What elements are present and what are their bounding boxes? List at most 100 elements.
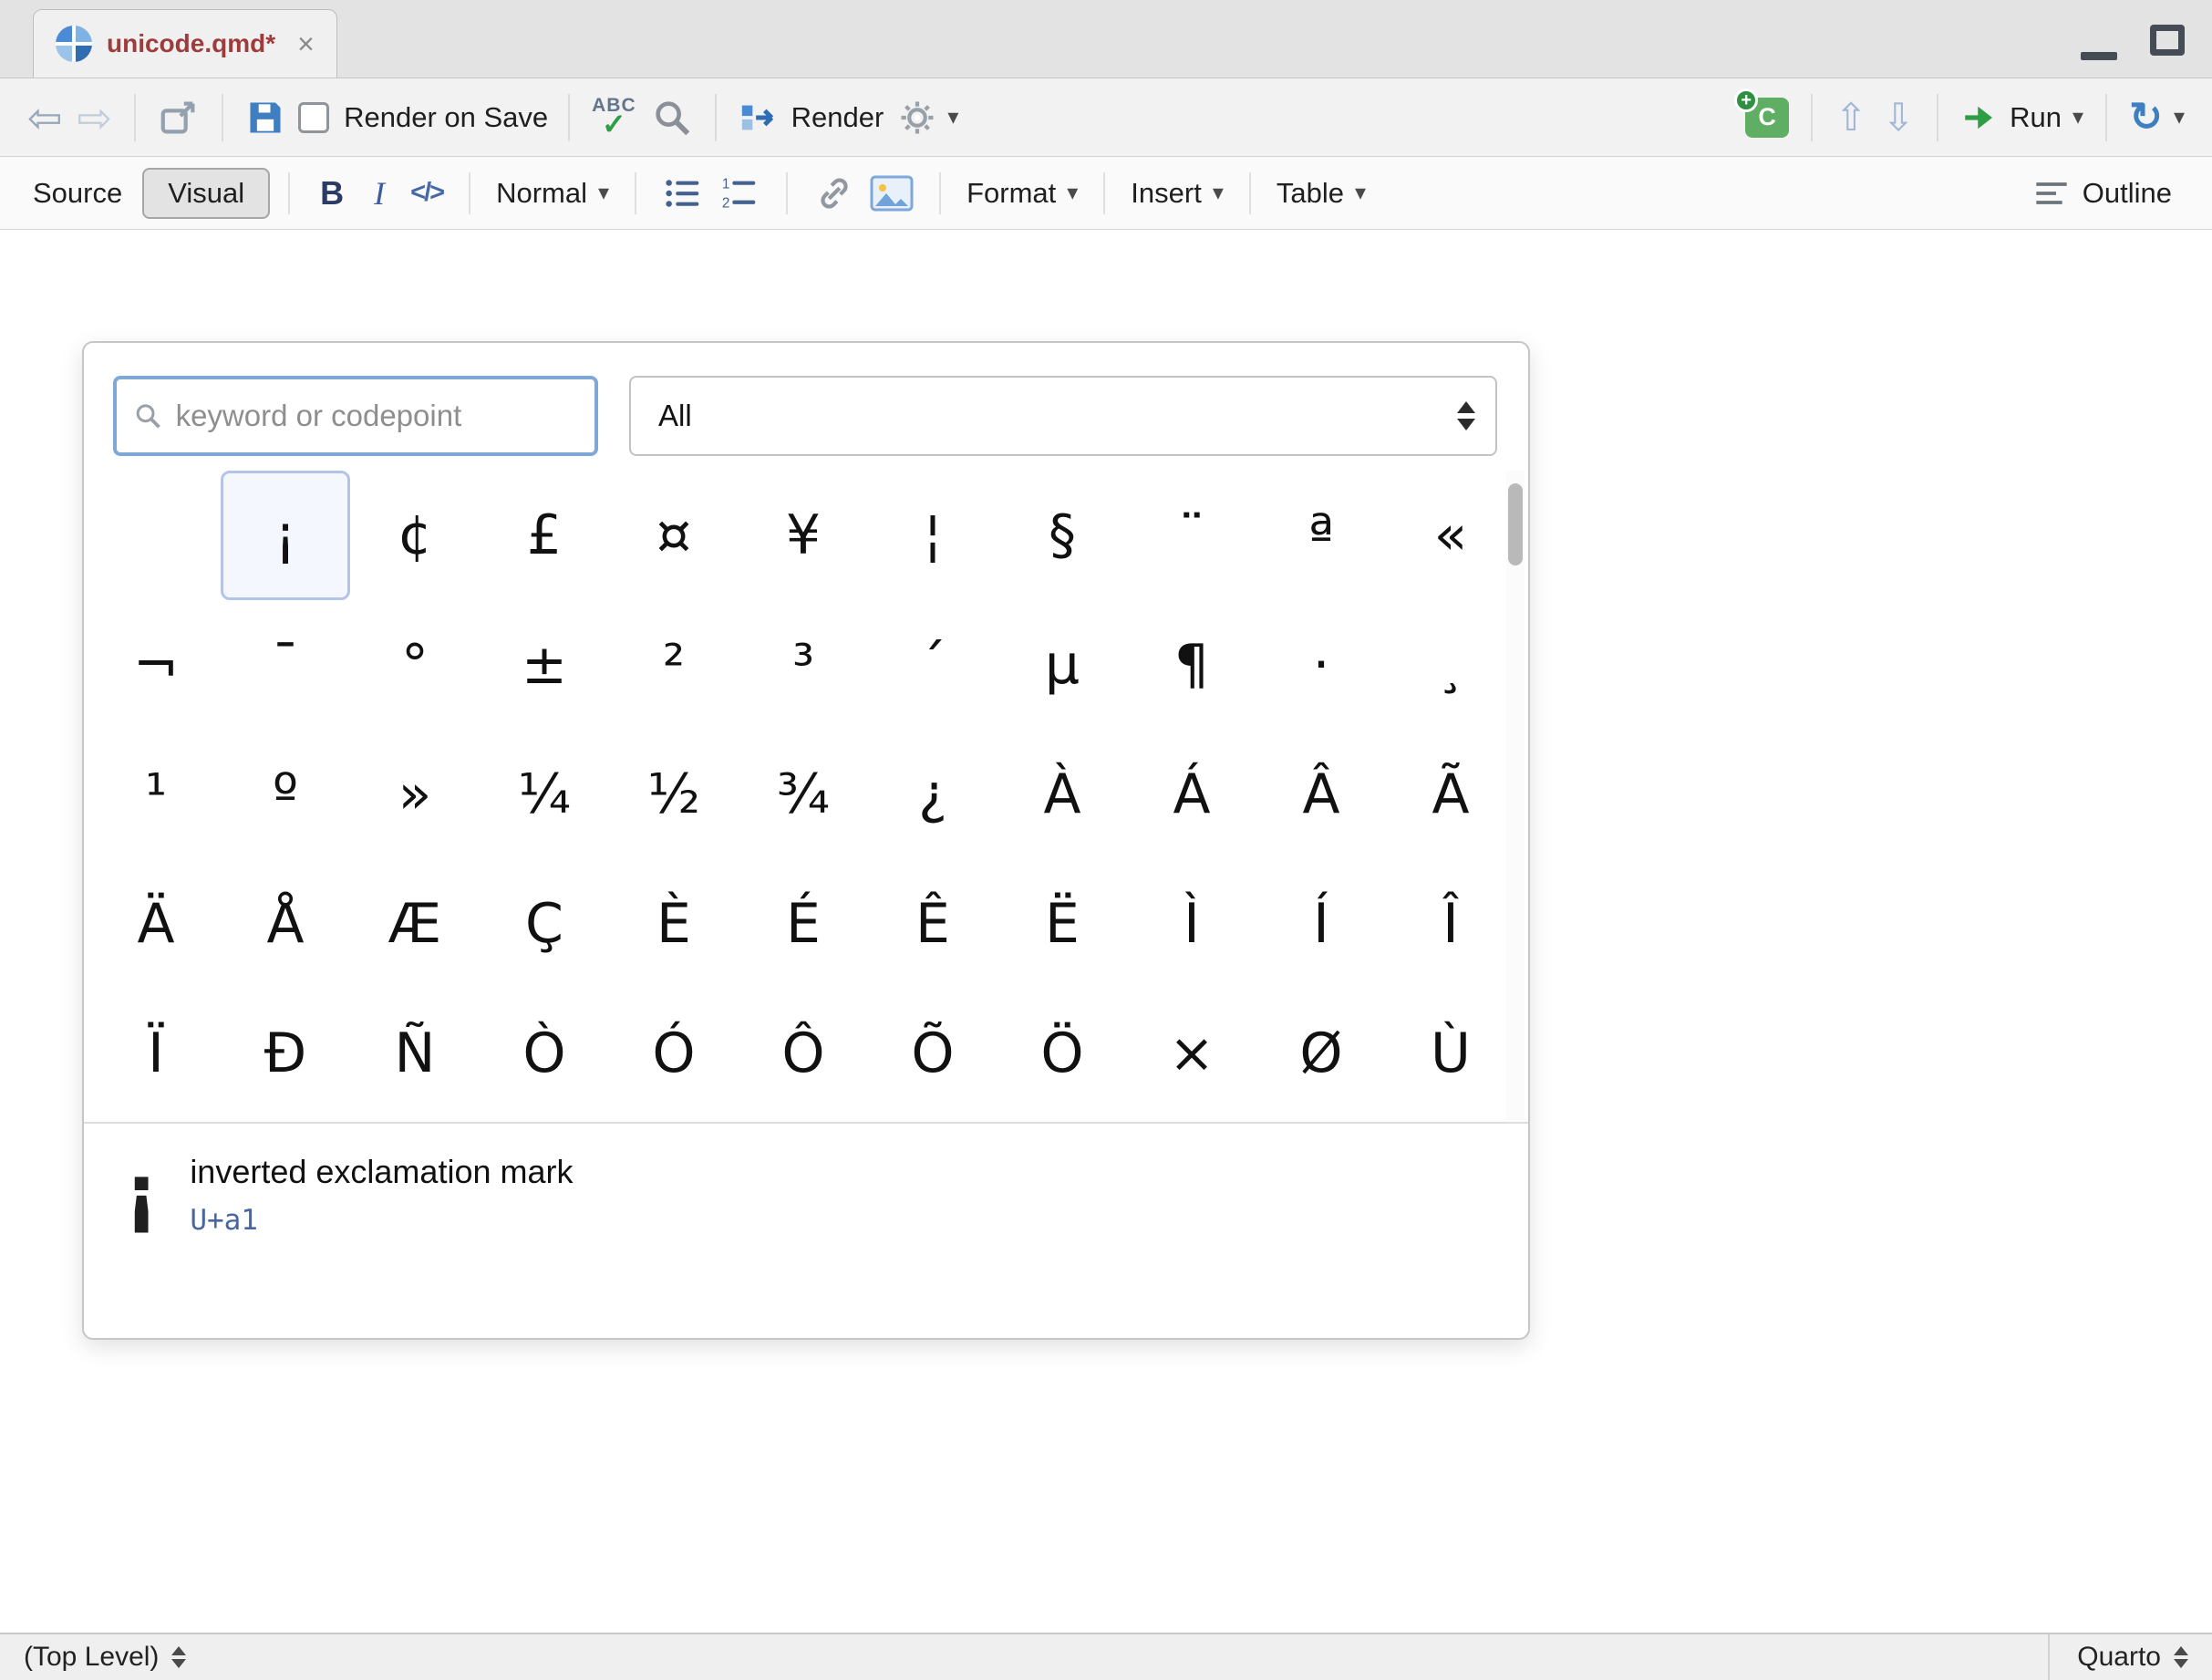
go-to-next-chunk-button[interactable]: ⇩ [1875, 88, 1922, 147]
char-cell[interactable]: Ö [997, 989, 1127, 1118]
insert-chunk-icon: C + [1745, 98, 1789, 138]
char-cell[interactable]: ¹ [91, 730, 221, 859]
numbered-list-button[interactable]: 1 2 [711, 164, 768, 223]
char-cell[interactable]: ¡ [221, 471, 350, 600]
char-cell[interactable]: Ä [91, 859, 221, 989]
char-cell[interactable]: ¯ [221, 600, 350, 730]
render-icon [739, 97, 780, 139]
go-to-previous-chunk-button[interactable]: ⇧ [1827, 88, 1875, 147]
char-cell[interactable]: § [997, 471, 1127, 600]
char-cell[interactable]: Ë [997, 859, 1127, 989]
source-document-button[interactable]: ↻ ▾ [2122, 88, 2192, 147]
scope-selector[interactable]: (Top Level) [24, 1642, 186, 1673]
char-cell[interactable]: º [221, 730, 350, 859]
tab-visual[interactable]: Visual [142, 168, 270, 219]
chevron-down-icon: ▾ [1067, 182, 1078, 204]
char-cell[interactable]: ¼ [480, 730, 609, 859]
char-cell[interactable]: Ô [739, 989, 868, 1118]
char-cell[interactable]: ² [609, 600, 739, 730]
char-cell[interactable]: ª [1256, 471, 1386, 600]
minimize-icon[interactable] [2081, 52, 2117, 60]
char-cell[interactable]: Â [1256, 730, 1386, 859]
char-cell[interactable]: µ [997, 600, 1127, 730]
char-cell[interactable]: Ì [1127, 859, 1256, 989]
outline-toggle[interactable]: Outline [2026, 164, 2179, 223]
paragraph-style-dropdown[interactable]: Normal ▾ [489, 164, 616, 223]
char-cell[interactable]: ± [480, 600, 609, 730]
insert-menu[interactable]: Insert ▾ [1123, 164, 1231, 223]
char-cell[interactable]: ° [350, 600, 480, 730]
char-cell[interactable]: Ã [1386, 730, 1515, 859]
char-cell[interactable]: « [1386, 471, 1515, 600]
save-button[interactable] [238, 88, 293, 147]
char-cell[interactable]: È [609, 859, 739, 989]
image-button[interactable] [863, 164, 921, 223]
render-button[interactable]: Render [731, 88, 892, 147]
spellcheck-button[interactable]: ABC ✓ [584, 88, 644, 147]
category-select[interactable]: All [629, 376, 1497, 456]
char-cell[interactable]: ¥ [739, 471, 868, 600]
char-cell[interactable]: Ñ [350, 989, 480, 1118]
char-cell[interactable]: × [1127, 989, 1256, 1118]
back-button[interactable]: ⇦ [20, 88, 70, 147]
char-cell[interactable]: Î [1386, 859, 1515, 989]
run-button[interactable]: Run ▾ [1953, 88, 2091, 147]
maximize-icon[interactable] [2150, 25, 2185, 56]
render-options-button[interactable]: ▾ [891, 88, 966, 147]
char-cell[interactable]: Ï [91, 989, 221, 1118]
char-cell[interactable]: Ó [609, 989, 739, 1118]
bullet-list-button[interactable] [655, 164, 711, 223]
char-search-input[interactable] [176, 399, 578, 433]
char-cell[interactable]: ´ [868, 600, 997, 730]
char-cell[interactable]: Ù [1386, 989, 1515, 1118]
format-updown-icon [2174, 1646, 2188, 1668]
char-cell[interactable]: É [739, 859, 868, 989]
editor-canvas[interactable]: All ¡¢£¤¥¦§¨ª« ¬¯°±²³´µ¶·¸ ¹º»¼½¾¿ÀÁÂÃ ÄÅÆÇ… [0, 230, 2212, 1633]
format-menu[interactable]: Format ▾ [959, 164, 1085, 223]
italic-button[interactable]: I [356, 164, 403, 223]
char-cell[interactable]: Ø [1256, 989, 1386, 1118]
render-on-save-group: Render on Save [298, 101, 548, 134]
tab-source[interactable]: Source [33, 177, 122, 210]
forward-button[interactable]: ⇨ [70, 88, 120, 147]
link-button[interactable] [806, 164, 863, 223]
chevron-down-icon: ▾ [2072, 107, 2083, 129]
char-cell[interactable]: ³ [739, 600, 868, 730]
char-cell[interactable]: Á [1127, 730, 1256, 859]
char-cell[interactable]: À [997, 730, 1127, 859]
tab-unicode-qmd[interactable]: unicode.qmd* × [33, 9, 337, 78]
char-cell[interactable]: Õ [868, 989, 997, 1118]
char-cell[interactable]: Ð [221, 989, 350, 1118]
table-menu[interactable]: Table ▾ [1269, 164, 1373, 223]
insert-chunk-button[interactable]: C + [1738, 88, 1796, 147]
char-cell[interactable]: ¨ [1127, 471, 1256, 600]
char-cell[interactable]: ¦ [868, 471, 997, 600]
char-cell[interactable]: ¸ [1386, 600, 1515, 730]
char-cell[interactable]: ¬ [91, 600, 221, 730]
char-cell[interactable]: ¶ [1127, 600, 1256, 730]
char-cell[interactable]: ¢ [350, 471, 480, 600]
open-in-new-window-button[interactable] [150, 88, 207, 147]
code-button[interactable]: </> [403, 164, 450, 223]
scrollbar-track[interactable] [1506, 471, 1525, 1120]
char-cell[interactable]: Æ [350, 859, 480, 989]
char-cell[interactable]: ¤ [609, 471, 739, 600]
char-cell[interactable]: ¿ [868, 730, 997, 859]
char-cell[interactable]: Å [221, 859, 350, 989]
char-cell[interactable] [91, 471, 221, 600]
char-cell[interactable]: £ [480, 471, 609, 600]
document-format-selector[interactable]: Quarto [2048, 1634, 2212, 1680]
char-cell[interactable]: Í [1256, 859, 1386, 989]
char-cell[interactable]: Ò [480, 989, 609, 1118]
find-button[interactable] [644, 88, 700, 147]
render-on-save-checkbox[interactable] [298, 102, 329, 133]
char-cell[interactable]: Ê [868, 859, 997, 989]
char-cell[interactable]: ¾ [739, 730, 868, 859]
char-cell[interactable]: Ç [480, 859, 609, 989]
bold-button[interactable]: B [308, 164, 356, 223]
char-cell[interactable]: · [1256, 600, 1386, 730]
char-cell[interactable]: » [350, 730, 480, 859]
tab-close-icon[interactable]: × [297, 29, 315, 58]
scrollbar-thumb[interactable] [1508, 483, 1523, 565]
char-cell[interactable]: ½ [609, 730, 739, 859]
